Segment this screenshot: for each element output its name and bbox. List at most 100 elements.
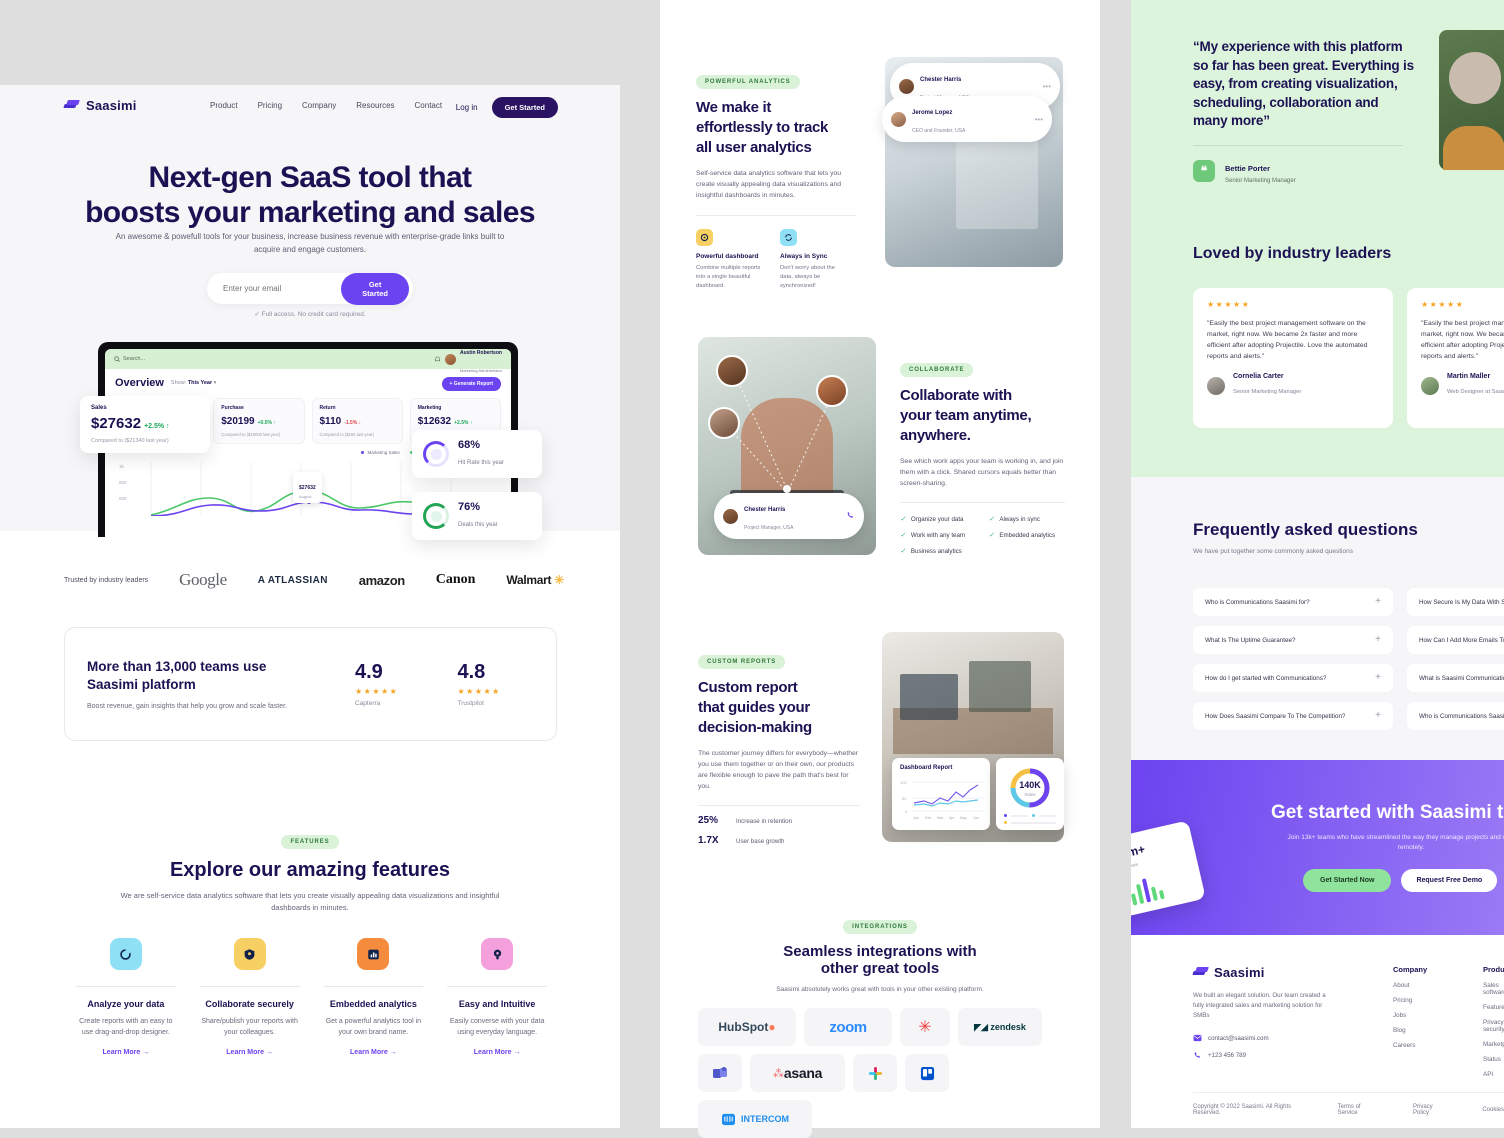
collaborate-photo: Chester Harris Project Manager, USA [698,337,876,555]
footer-link[interactable]: Status [1483,1056,1504,1063]
footer-cookies-link[interactable]: Cookies [1482,1107,1504,1113]
integration-intercom[interactable]: INTERCOM [698,1100,812,1138]
check-icon: ✓ [900,532,906,539]
feature-learn-more-link[interactable]: Learn More → [188,1049,312,1056]
footer-logo[interactable]: Saasimi [1192,965,1333,980]
nav-link-product[interactable]: Product [210,101,238,110]
feature-card-intuitive[interactable]: Easy and Intuitive Easily converse with … [435,938,559,1056]
nav-get-started-button[interactable]: Get Started [491,97,558,118]
nav-link-resources[interactable]: Resources [356,101,394,110]
faq-item[interactable]: Who is Communications Saasimi for? + [1193,588,1393,616]
footer-bottom-bar: Copyright © 2022 Saasimi. All Rights Res… [1193,1104,1504,1116]
faq-item[interactable]: How Does Saasimi Compare To The Competit… [1193,702,1393,730]
expand-icon[interactable]: + [1375,597,1381,607]
generate-report-button[interactable]: + Generate Report [441,377,501,391]
feature-learn-more-link[interactable]: Learn More → [435,1049,559,1056]
chip-jerome-lopez[interactable]: Jerome Lopez CEO and Founder, USA ••• [882,96,1052,142]
footer-link[interactable]: Jobs [1393,1012,1427,1019]
footer-link[interactable]: Pricing [1393,997,1427,1004]
integrations-pill: INTEGRATIONS [843,920,917,934]
footer-link[interactable]: Sales software [1483,982,1504,996]
feature-card-collaborate[interactable]: Collaborate securely Share/publish your … [188,938,312,1056]
footer-phone[interactable]: +123 456 789 [1193,1051,1333,1060]
faq-column-left: Who is Communications Saasimi for? + What… [1193,588,1393,730]
login-link[interactable]: Log in [456,103,478,112]
logo-mark-icon [1192,967,1209,978]
integration-asana[interactable]: ⁂ asana [750,1054,845,1092]
feature-card-embedded[interactable]: Embedded analytics Get a powerful analyt… [312,938,436,1056]
chart-tooltip-label: August [299,494,312,499]
footer-link[interactable]: API [1483,1071,1504,1078]
integration-teams[interactable] [698,1054,742,1092]
y-tick-800: 800 [119,480,127,485]
floating-hit-rate-card: 68% Hit Rate this year [412,430,542,478]
review-author-text: Martin Maller Web Designer at Saasimi [1447,373,1504,398]
faq-item[interactable]: Who is Communications Saasimi for? [1407,702,1504,730]
avatar [1207,376,1225,395]
review-name: Martin Maller [1447,373,1491,380]
cta-buttons: Get Started Now Request Free Demo [1303,869,1504,892]
custom-report-pill: CUSTOM REPORTS [698,655,786,669]
collaborate-paragraph: See which work apps your team is working… [900,458,1064,487]
footer-link[interactable]: Marketplace [1483,1041,1504,1048]
faq-question: What is Saasimi Communications? [1419,674,1504,682]
collaborate-heading-line2: your team anytime, [900,407,1032,424]
get-started-now-button[interactable]: Get Started Now [1303,869,1392,892]
dashboard-show-filter[interactable]: Show: This Year ▾ [171,380,216,386]
integration-zoom[interactable]: zoom [804,1008,892,1046]
logo[interactable]: Saasimi [63,98,137,113]
nav-link-pricing[interactable]: Pricing [258,101,282,110]
footer-privacy-link[interactable]: Privacy Policy [1413,1104,1444,1116]
check-item: ✓ Organize your data [900,515,964,524]
expand-icon[interactable]: + [1375,673,1381,683]
feature-learn-more-link[interactable]: Learn More → [64,1049,188,1056]
integration-trello[interactable] [905,1054,949,1092]
footer-link[interactable]: Blog [1393,1027,1427,1034]
faq-item[interactable]: What Is The Uptime Guarantee? + [1193,626,1393,654]
expand-icon[interactable]: + [1375,635,1381,645]
dashboard-search-placeholder: Search... [123,356,146,362]
footer-link[interactable]: About [1393,982,1427,989]
integration-hubspot[interactable]: HubSpot ● [698,1008,796,1046]
avatar-bubble-1 [716,355,748,387]
hero-subtitle: An awesome & powefull tools for your bus… [115,232,505,254]
footer-terms-link[interactable]: Terms of Service [1338,1104,1375,1116]
review-name: Cornelia Carter [1233,373,1284,380]
more-icon[interactable]: ••• [1043,82,1051,91]
kpi-value: $110 [319,416,342,427]
footer-email[interactable]: contact@saasimi.com [1193,1034,1333,1042]
dashboard-show-label: Show: [170,380,187,386]
chip-chester-harris-collab[interactable]: Chester Harris Project Manager, USA [714,493,864,539]
dashboard-search[interactable]: Search... [114,356,145,362]
nav-link-company[interactable]: Company [302,101,336,110]
faq-item[interactable]: How Secure Is My Data With Saasimi? [1407,588,1504,616]
nav-link-contact[interactable]: Contact [415,101,443,110]
y-tick-600: 600 [119,496,127,501]
more-icon[interactable]: ••• [1035,115,1043,124]
collaborate-checklist: ✓ Organize your data ✓ Always in sync ✓ Wor… [900,515,1065,556]
faq-item[interactable]: How do I get started with Communications… [1193,664,1393,692]
footer-link[interactable]: Privacy and security [1483,1019,1504,1033]
hero-get-started-button[interactable]: Get Started [341,272,409,305]
rating-score: 4.8 [457,661,486,683]
integration-zendesk[interactable]: ◤◢ zendesk [958,1008,1042,1046]
check-item: ✓ Work with any team [900,531,966,540]
faq-item[interactable]: How Can I Add More Emails To My Account? [1407,626,1504,654]
footer-email-text: contact@saasimi.com [1208,1034,1269,1042]
email-input[interactable] [223,284,342,293]
integration-freshworks[interactable]: ✳ [900,1008,950,1046]
integration-slack[interactable] [853,1054,897,1092]
integrations-subtitle: Saasimi absolutely works great with tool… [776,986,984,993]
faq-item[interactable]: What is Saasimi Communications? [1407,664,1504,692]
phone-icon[interactable] [846,507,855,525]
footer-link[interactable]: Careers [1393,1042,1427,1049]
request-demo-button[interactable]: Request Free Demo [1401,869,1498,892]
expand-icon[interactable]: + [1375,711,1381,721]
chart-tooltip: $27632 August [293,472,322,503]
trusted-label: Trusted by industry leaders [64,576,149,584]
review-role: Web Designer at Saasimi [1447,389,1504,395]
feature-card-analyze[interactable]: Analyze your data Create reports with an… [64,938,188,1056]
feature-learn-more-link[interactable]: Learn More → [312,1049,436,1056]
avatar [891,111,906,127]
footer-link[interactable]: Features [1483,1004,1504,1011]
